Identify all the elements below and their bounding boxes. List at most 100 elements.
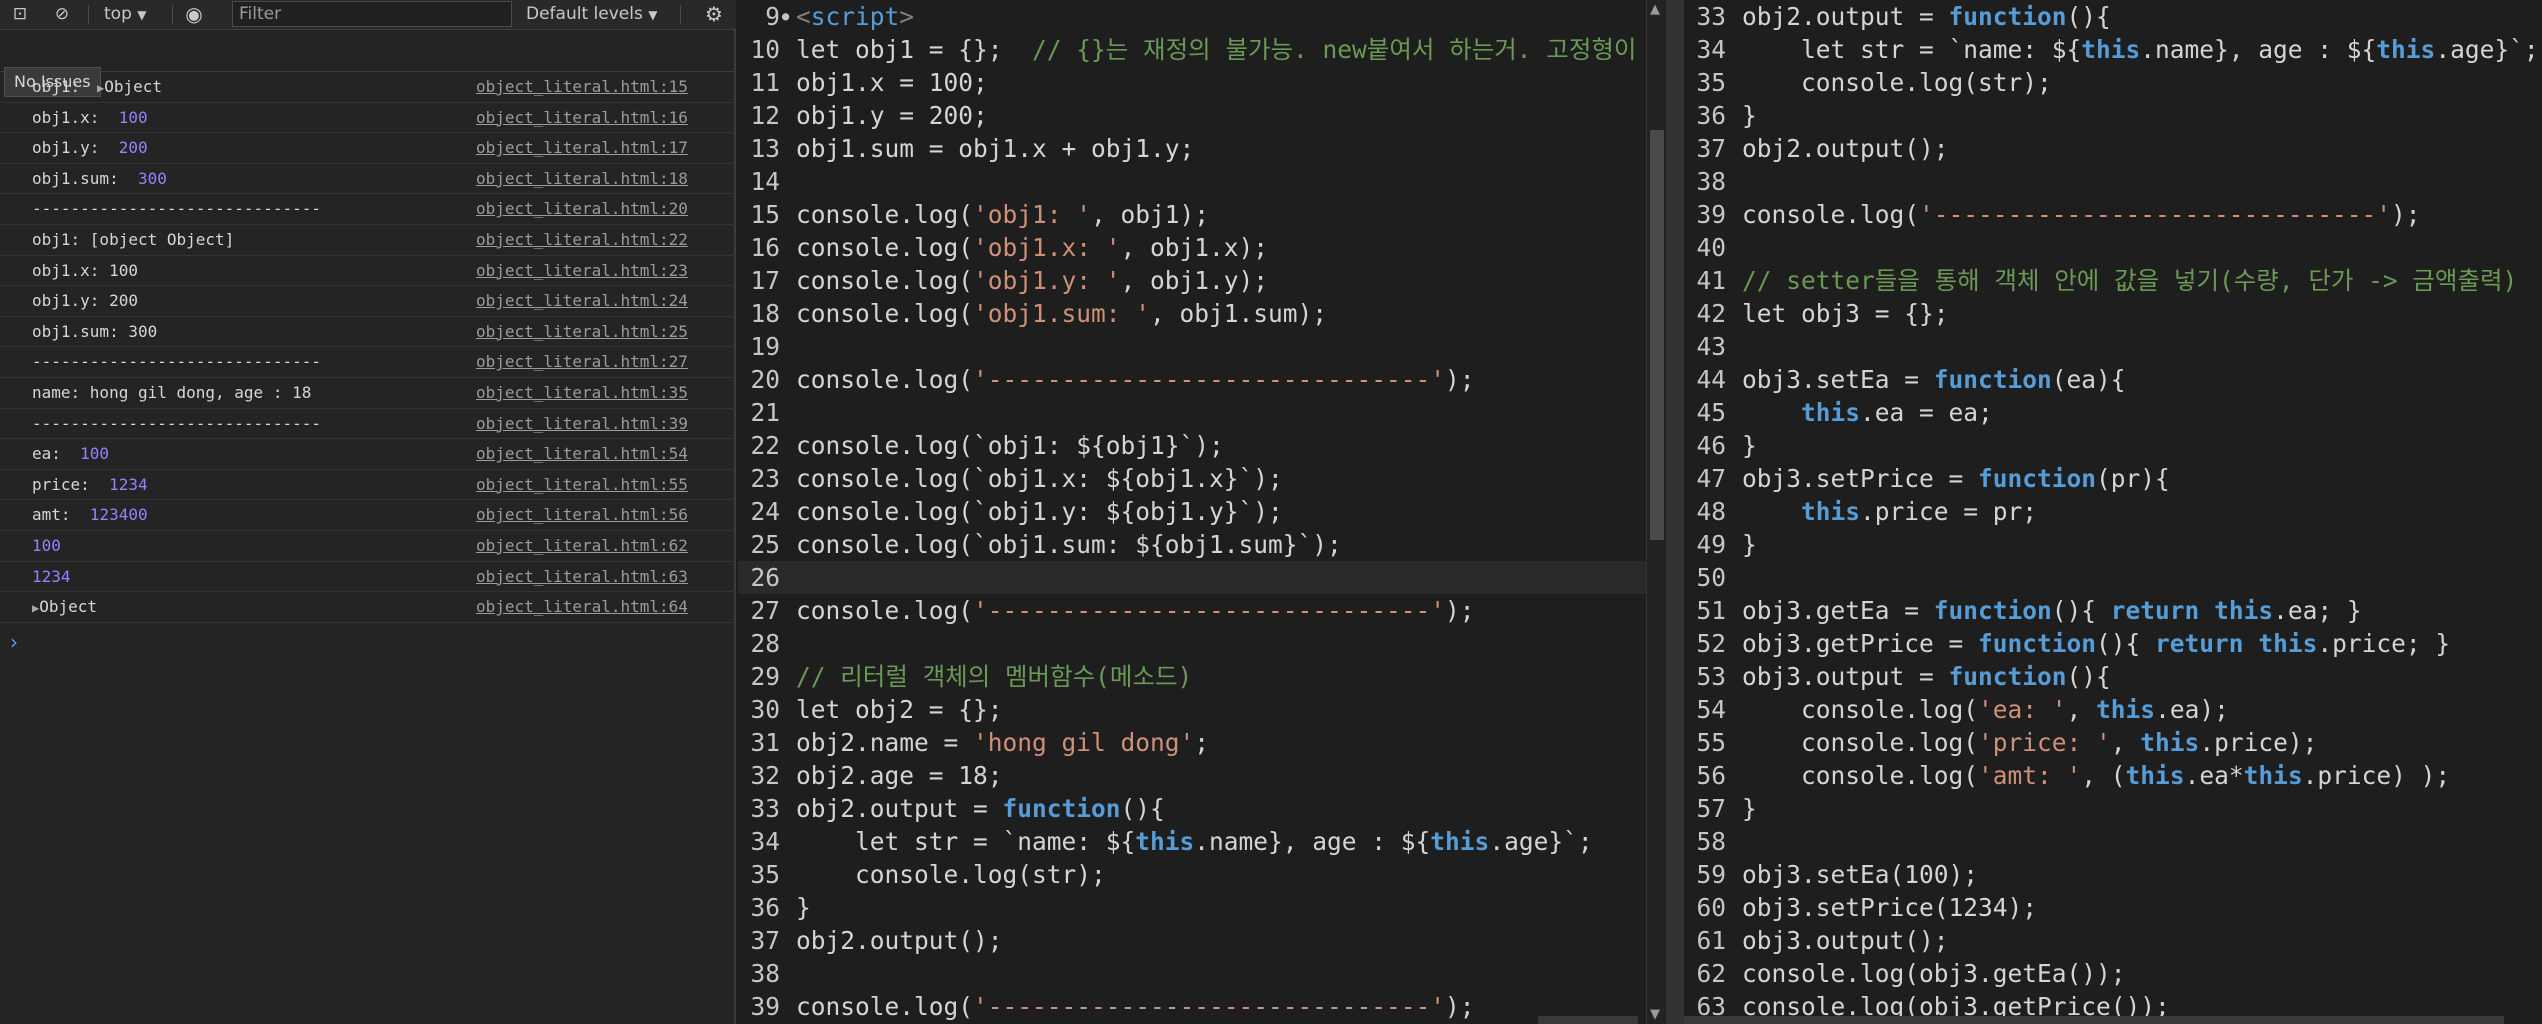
- scroll-up-arrow-icon[interactable]: ▲: [1650, 2, 1660, 17]
- code-line[interactable]: 14: [738, 165, 1666, 198]
- log-source-link[interactable]: object_literal.html:27: [476, 347, 688, 377]
- code-line[interactable]: 33 obj2.output = function(){: [1684, 0, 2542, 33]
- code-line[interactable]: 24 console.log(`obj1.y: ${obj1.y}`);: [738, 495, 1666, 528]
- scroll-down-arrow-icon[interactable]: ▼: [1650, 1007, 1660, 1022]
- log-source-link[interactable]: object_literal.html:35: [476, 378, 688, 408]
- code-line[interactable]: 30 let obj2 = {};: [738, 693, 1666, 726]
- code-line[interactable]: 35 console.log(str);: [738, 858, 1666, 891]
- code-line[interactable]: 47 obj3.setPrice = function(pr){: [1684, 462, 2542, 495]
- log-source-link[interactable]: object_literal.html:62: [476, 531, 688, 561]
- scrollbar-thumb[interactable]: [1650, 130, 1664, 540]
- vertical-scrollbar[interactable]: ▲ ▼: [1646, 0, 1666, 1024]
- log-source-link[interactable]: object_literal.html:24: [476, 286, 688, 316]
- code-line[interactable]: 21: [738, 396, 1666, 429]
- code-line[interactable]: 17 console.log('obj1.y: ', obj1.y);: [738, 264, 1666, 297]
- code-line[interactable]: 39 console.log('-------------------------…: [738, 990, 1666, 1023]
- code-line[interactable]: 45 this.ea = ea;: [1684, 396, 2542, 429]
- context-selector[interactable]: top ▼: [104, 0, 147, 28]
- log-source-link[interactable]: object_literal.html:16: [476, 103, 688, 133]
- code-line[interactable]: 49}: [1684, 528, 2542, 561]
- code-line[interactable]: 20 console.log('-------------------------…: [738, 363, 1666, 396]
- log-source-link[interactable]: object_literal.html:63: [476, 562, 688, 592]
- code-line[interactable]: 55 console.log('price: ', this.price);: [1684, 726, 2542, 759]
- code-line[interactable]: 26: [738, 561, 1666, 594]
- clear-console-icon[interactable]: ⊘: [48, 0, 76, 28]
- code-line[interactable]: 25 console.log(`obj1.sum: ${obj1.sum}`);: [738, 528, 1666, 561]
- console-settings-gear-icon[interactable]: ⚙: [700, 0, 728, 28]
- sidebar-toggle-icon[interactable]: ⊡: [6, 0, 34, 28]
- log-source-link[interactable]: object_literal.html:64: [476, 592, 688, 622]
- expand-triangle-icon[interactable]: ▶: [90, 81, 104, 95]
- code-line[interactable]: 28: [738, 627, 1666, 660]
- code-line[interactable]: 61 obj3.output();: [1684, 924, 2542, 957]
- code-editor-right-pane[interactable]: 33 obj2.output = function(){34 let str = …: [1684, 0, 2542, 1024]
- code-line[interactable]: 33 obj2.output = function(){: [738, 792, 1666, 825]
- code-line[interactable]: 34 let str = `name: ${this.name}, age : …: [738, 825, 1666, 858]
- horizontal-scrollbar[interactable]: [1684, 1016, 2504, 1024]
- code-line[interactable]: 12 obj1.y = 200;: [738, 99, 1666, 132]
- code-line[interactable]: 62 console.log(obj3.getEa());: [1684, 957, 2542, 990]
- log-levels-dropdown[interactable]: Default levels ▼: [526, 0, 657, 28]
- code-editor-left-pane[interactable]: 9 ● <script> 10 let obj1 = {}; // {}는 재정의 불가…: [738, 0, 1666, 1024]
- code-line[interactable]: 18 console.log('obj1.sum: ', obj1.sum);: [738, 297, 1666, 330]
- code-line[interactable]: 32 obj2.age = 18;: [738, 759, 1666, 792]
- code-line[interactable]: 52 obj3.getPrice = function(){ return thi…: [1684, 627, 2542, 660]
- log-source-link[interactable]: object_literal.html:15: [476, 72, 688, 102]
- code-line[interactable]: 22 console.log(`obj1: ${obj1}`);: [738, 429, 1666, 462]
- code-line[interactable]: 46}: [1684, 429, 2542, 462]
- code-line[interactable]: 39 console.log('-------------------------…: [1684, 198, 2542, 231]
- code-line[interactable]: 36}: [738, 891, 1666, 924]
- log-source-link[interactable]: object_literal.html:20: [476, 194, 688, 224]
- code-line[interactable]: 44 obj3.setEa = function(ea){: [1684, 363, 2542, 396]
- code-line[interactable]: 29 // 리터럴 객체의 멤버함수(메소드): [738, 660, 1666, 693]
- code-line[interactable]: 16 console.log('obj1.x: ', obj1.x);: [738, 231, 1666, 264]
- code-line[interactable]: 50: [1684, 561, 2542, 594]
- code-line[interactable]: 58: [1684, 825, 2542, 858]
- code-line[interactable]: 60 obj3.setPrice(1234);: [1684, 891, 2542, 924]
- fold-marker-icon[interactable]: ●: [782, 0, 796, 33]
- code-line[interactable]: 15 console.log('obj1: ', obj1);: [738, 198, 1666, 231]
- code-line[interactable]: 36}: [1684, 99, 2542, 132]
- log-source-link[interactable]: object_literal.html:17: [476, 133, 688, 163]
- split-divider[interactable]: [1666, 0, 1684, 1024]
- code-line[interactable]: 34 let str = `name: ${this.name}, age : …: [1684, 33, 2542, 66]
- code-line[interactable]: 19: [738, 330, 1666, 363]
- filter-input[interactable]: [232, 1, 512, 27]
- code-line[interactable]: 11 obj1.x = 100;: [738, 66, 1666, 99]
- code-line[interactable]: 48 this.price = pr;: [1684, 495, 2542, 528]
- code-line[interactable]: 57}: [1684, 792, 2542, 825]
- code-line[interactable]: 37 obj2.output();: [1684, 132, 2542, 165]
- code-line[interactable]: 59 obj3.setEa(100);: [1684, 858, 2542, 891]
- console-prompt-chevron-icon[interactable]: ›: [10, 630, 18, 654]
- log-source-link[interactable]: object_literal.html:55: [476, 470, 688, 500]
- code-line[interactable]: 54 console.log('ea: ', this.ea);: [1684, 693, 2542, 726]
- code-line[interactable]: 23 console.log(`obj1.x: ${obj1.x}`);: [738, 462, 1666, 495]
- code-line[interactable]: 37 obj2.output();: [738, 924, 1666, 957]
- code-line[interactable]: 51 obj3.getEa = function(){ return this.e…: [1684, 594, 2542, 627]
- code-line[interactable]: 9 ● <script>: [738, 0, 1666, 33]
- log-object-value[interactable]: Object: [104, 77, 162, 96]
- log-source-link[interactable]: object_literal.html:23: [476, 256, 688, 286]
- code-line[interactable]: 38: [738, 957, 1666, 990]
- code-line[interactable]: 40: [1684, 231, 2542, 264]
- horizontal-scrollbar[interactable]: [1538, 1016, 1638, 1024]
- code-line[interactable]: 42 let obj3 = {};: [1684, 297, 2542, 330]
- code-line[interactable]: 38: [1684, 165, 2542, 198]
- code-line[interactable]: 56 console.log('amt: ', (this.ea*this.pr…: [1684, 759, 2542, 792]
- live-expression-eye-icon[interactable]: ◉: [180, 0, 208, 28]
- log-object-value[interactable]: Object: [39, 597, 97, 616]
- log-source-link[interactable]: object_literal.html:54: [476, 439, 688, 469]
- code-line[interactable]: 10 let obj1 = {}; // {}는 재정의 불가능. new붙여서 …: [738, 33, 1666, 66]
- code-line[interactable]: 13 obj1.sum = obj1.x + obj1.y;: [738, 132, 1666, 165]
- code-line[interactable]: 53 obj3.output = function(){: [1684, 660, 2542, 693]
- log-source-link[interactable]: object_literal.html:22: [476, 225, 688, 255]
- code-line[interactable]: 43: [1684, 330, 2542, 363]
- log-source-link[interactable]: object_literal.html:25: [476, 317, 688, 347]
- code-line[interactable]: 31 obj2.name = 'hong gil dong';: [738, 726, 1666, 759]
- code-line[interactable]: 41 // setter들을 통해 객체 안에 값을 넣기(수량, 단가 -> 금…: [1684, 264, 2542, 297]
- log-source-link[interactable]: object_literal.html:39: [476, 409, 688, 439]
- code-line[interactable]: 27 console.log('-------------------------…: [738, 594, 1666, 627]
- log-source-link[interactable]: object_literal.html:56: [476, 500, 688, 530]
- code-line[interactable]: 35 console.log(str);: [1684, 66, 2542, 99]
- log-source-link[interactable]: object_literal.html:18: [476, 164, 688, 194]
